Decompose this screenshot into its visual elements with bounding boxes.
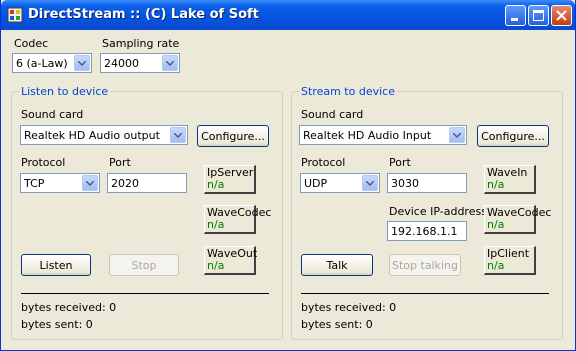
talk-button[interactable]: Talk <box>301 254 373 276</box>
device-ip-input[interactable] <box>388 222 466 240</box>
device-ip-label: Device IP-address <box>389 205 487 218</box>
indicator-status: n/a <box>487 259 505 272</box>
listen-port-input[interactable] <box>108 174 186 192</box>
chevron-down-icon[interactable] <box>162 55 178 71</box>
stop-talking-button[interactable]: Stop talking <box>389 254 461 276</box>
sampling-rate-value: 24000 <box>104 57 139 70</box>
chevron-down-icon[interactable] <box>74 55 90 71</box>
listen-group-title: Listen to device <box>19 85 111 98</box>
indicator-status: n/a <box>207 259 225 272</box>
listen-button[interactable]: Listen <box>21 254 91 276</box>
wavein-indicator: WaveIn n/a <box>484 165 536 194</box>
indicator-status: n/a <box>487 218 505 231</box>
window-title: DirectStream :: (C) Lake of Soft <box>28 7 259 22</box>
listen-port-field[interactable] <box>107 173 187 193</box>
close-button[interactable] <box>551 5 572 26</box>
listen-port-label: Port <box>109 156 131 169</box>
chevron-down-icon[interactable] <box>82 175 98 191</box>
main-window: DirectStream :: (C) Lake of Soft Codec 6… <box>0 0 576 351</box>
minimize-icon <box>511 18 518 21</box>
ipserver-indicator: IpServer n/a <box>204 165 256 194</box>
listen-divider <box>21 293 269 294</box>
chevron-down-icon[interactable] <box>170 127 186 143</box>
stream-protocol-value: UDP <box>304 177 328 190</box>
listen-sound-card-value: Realtek HD Audio output <box>24 129 160 142</box>
maximize-icon <box>533 10 544 21</box>
chevron-down-icon[interactable] <box>449 127 465 143</box>
listen-wavecodec-indicator: WaveCodec n/a <box>204 205 271 234</box>
codec-value: 6 (a-Law) <box>16 57 68 70</box>
listen-sound-card-label: Sound card <box>21 108 84 121</box>
close-icon <box>556 10 567 21</box>
stream-divider <box>301 293 549 294</box>
listen-protocol-value: TCP <box>24 177 45 190</box>
stop-button[interactable]: Stop <box>109 254 179 276</box>
ipclient-indicator: IpClient n/a <box>484 246 536 275</box>
title-bar[interactable]: DirectStream :: (C) Lake of Soft <box>1 0 575 30</box>
stream-configure-button[interactable]: Configure... <box>477 125 549 147</box>
sampling-rate-label: Sampling rate <box>102 37 180 50</box>
stream-protocol-label: Protocol <box>301 156 346 169</box>
listen-sound-card-select[interactable]: Realtek HD Audio output <box>20 125 188 145</box>
app-icon <box>7 7 23 23</box>
stream-group-title: Stream to device <box>299 85 397 98</box>
stream-port-label: Port <box>389 156 411 169</box>
chevron-down-icon[interactable] <box>362 175 378 191</box>
indicator-status: n/a <box>207 218 225 231</box>
listen-bytes-received: bytes received: 0 <box>21 301 117 314</box>
waveout-indicator: WaveOut n/a <box>204 246 257 275</box>
stream-sound-card-label: Sound card <box>301 108 364 121</box>
listen-bytes-sent: bytes sent: 0 <box>21 318 93 331</box>
minimize-button[interactable] <box>505 5 526 26</box>
stream-port-field[interactable] <box>387 173 467 193</box>
stream-sound-card-select[interactable]: Realtek HD Audio Input <box>299 125 467 145</box>
stream-protocol-select[interactable]: UDP <box>300 173 380 193</box>
sampling-rate-select[interactable]: 24000 <box>100 53 180 73</box>
indicator-status: n/a <box>207 178 225 191</box>
indicator-status: n/a <box>487 178 505 191</box>
listen-protocol-select[interactable]: TCP <box>20 173 100 193</box>
listen-configure-button[interactable]: Configure... <box>197 125 269 147</box>
listen-protocol-label: Protocol <box>21 156 66 169</box>
stream-bytes-sent: bytes sent: 0 <box>301 318 373 331</box>
stream-sound-card-value: Realtek HD Audio Input <box>303 129 432 142</box>
stream-bytes-received: bytes received: 0 <box>301 301 397 314</box>
codec-label: Codec <box>14 37 49 50</box>
stream-port-input[interactable] <box>388 174 466 192</box>
codec-select[interactable]: 6 (a-Law) <box>12 53 92 73</box>
stream-wavecodec-indicator: WaveCodec n/a <box>484 205 551 234</box>
device-ip-field[interactable] <box>387 221 467 241</box>
maximize-button[interactable] <box>528 5 549 26</box>
